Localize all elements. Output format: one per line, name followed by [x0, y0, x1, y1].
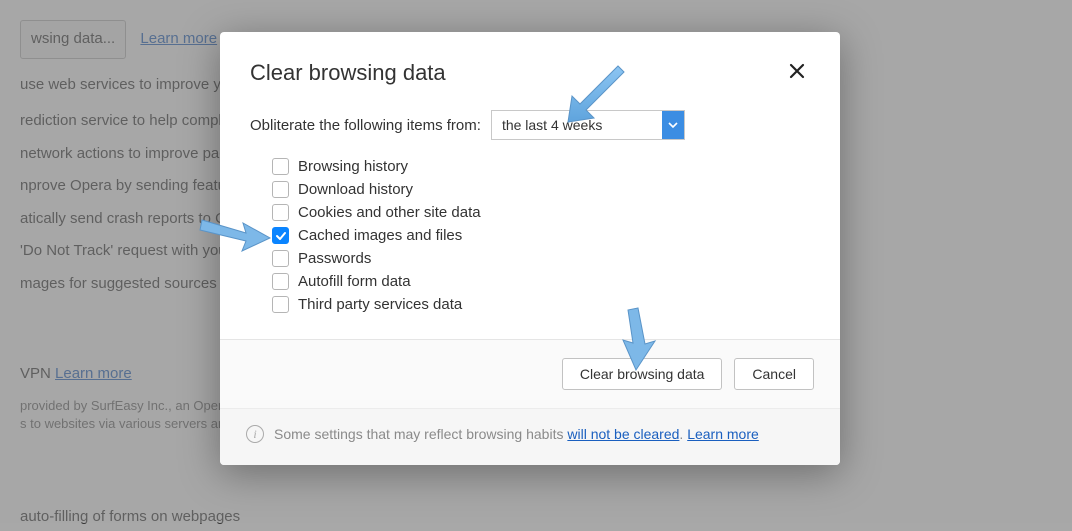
checkbox-row[interactable]: Passwords — [272, 250, 810, 267]
clear-browsing-data-dialog: Clear browsing data Obliterate the follo… — [220, 32, 840, 465]
checkbox-icon[interactable] — [272, 181, 289, 198]
checkbox-label: Browsing history — [298, 158, 408, 175]
checkbox-row[interactable]: Browsing history — [272, 158, 810, 175]
checkbox-row[interactable]: Download history — [272, 181, 810, 198]
will-not-be-cleared-link[interactable]: will not be cleared — [567, 426, 679, 442]
checkbox-label: Cached images and files — [298, 227, 462, 244]
notice-learn-more-link[interactable]: Learn more — [687, 426, 759, 442]
notice-text: Some settings that may reflect browsing … — [274, 426, 759, 442]
checkbox-row[interactable]: Cookies and other site data — [272, 204, 810, 221]
close-button[interactable] — [784, 60, 810, 86]
cancel-button[interactable]: Cancel — [734, 358, 814, 390]
checkbox-label: Download history — [298, 181, 413, 198]
notice-prefix: Some settings that may reflect browsing … — [274, 426, 567, 442]
checkbox-icon[interactable] — [272, 158, 289, 175]
close-icon — [788, 63, 806, 85]
dialog-title: Clear browsing data — [250, 60, 446, 86]
checkbox-row[interactable]: Third party services data — [272, 296, 810, 313]
checkbox-label: Cookies and other site data — [298, 204, 481, 221]
checkbox-label: Autofill form data — [298, 273, 411, 290]
chevron-down-icon — [662, 111, 684, 139]
checkbox-row[interactable]: Autofill form data — [272, 273, 810, 290]
obliterate-label: Obliterate the following items from: — [250, 117, 481, 134]
checkbox-label: Passwords — [298, 250, 371, 267]
checkbox-icon[interactable] — [272, 296, 289, 313]
checkbox-label: Third party services data — [298, 296, 462, 313]
annotation-arrow — [196, 206, 276, 260]
annotation-arrow — [614, 304, 664, 376]
info-icon: i — [246, 425, 264, 443]
checkbox-row[interactable]: Cached images and files — [272, 227, 810, 244]
checkbox-icon[interactable] — [272, 273, 289, 290]
annotation-arrow — [556, 60, 636, 130]
